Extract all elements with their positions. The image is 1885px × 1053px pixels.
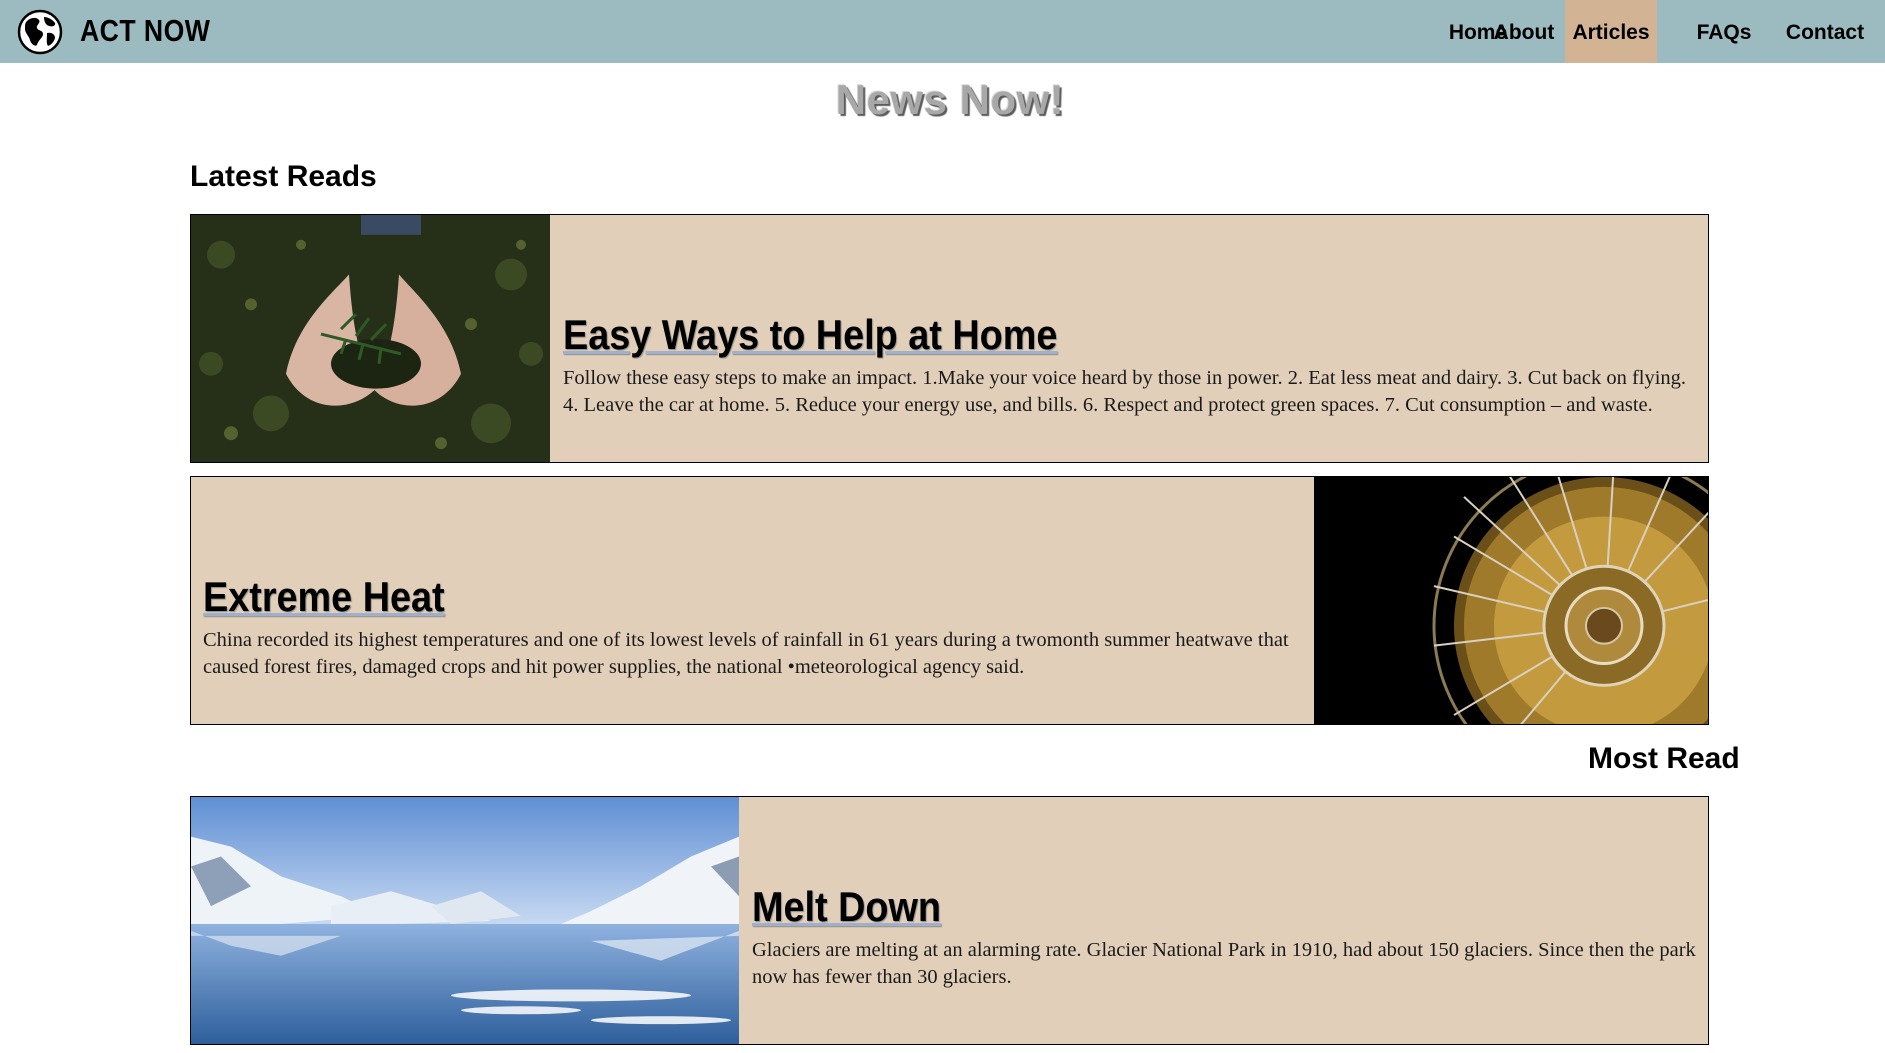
- brand-name[interactable]: ACT NOW: [80, 13, 210, 49]
- nav-contact-link[interactable]: Contact: [1782, 0, 1868, 63]
- globe-icon[interactable]: [17, 9, 63, 55]
- most-read-heading: Most Read: [1588, 742, 1740, 775]
- nav-faqs-link[interactable]: FAQs: [1686, 0, 1762, 63]
- article-text-melt-down: Melt Down Glaciers are melting at an ala…: [752, 883, 1697, 991]
- top-navbar: ACT NOW Home About Articles FAQs Contact: [0, 0, 1885, 63]
- article-text-easy-ways: Easy Ways to Help at Home Follow these e…: [563, 311, 1698, 419]
- article-body: Glaciers are melting at an alarming rate…: [752, 939, 1696, 988]
- article-card-extreme-heat[interactable]: Extreme Heat China recorded its highest …: [190, 476, 1709, 725]
- article-card-melt-down[interactable]: Melt Down Glaciers are melting at an ala…: [190, 796, 1709, 1045]
- article-title[interactable]: Extreme Heat: [203, 573, 445, 621]
- article-text-extreme-heat: Extreme Heat China recorded its highest …: [203, 573, 1303, 681]
- article-body: Follow these easy steps to make an impac…: [563, 367, 1687, 416]
- page-title: News Now!: [835, 76, 1065, 123]
- nav-articles-link[interactable]: Articles: [1565, 0, 1657, 63]
- electric-fan-image: [1314, 477, 1708, 724]
- article-title[interactable]: Melt Down: [752, 883, 941, 931]
- hands-holding-seedling-image: [191, 215, 550, 462]
- article-title[interactable]: Easy Ways to Help at Home: [563, 311, 1057, 359]
- latest-reads-heading: Latest Reads: [190, 160, 377, 193]
- glacier-lake-image: [191, 797, 739, 1044]
- article-card-easy-ways[interactable]: Easy Ways to Help at Home Follow these e…: [190, 214, 1709, 463]
- article-body: China recorded its highest temperatures …: [203, 629, 1289, 678]
